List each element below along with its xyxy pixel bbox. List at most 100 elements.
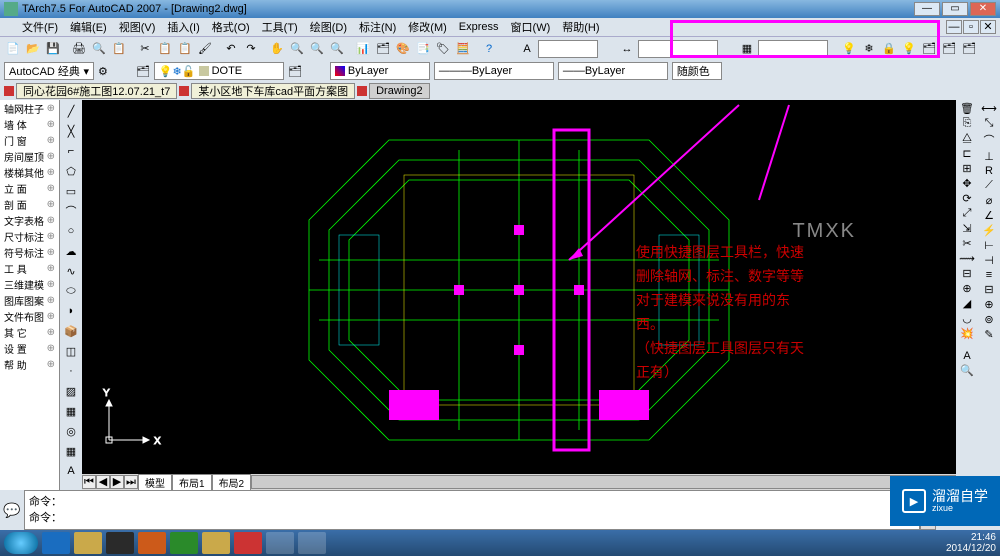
side-stair[interactable]: 楼梯其他⊕ [0,164,59,180]
block-icon[interactable]: ◫ [62,342,80,360]
side-wall[interactable]: 墙 体⊕ [0,116,59,132]
taskbar-clock[interactable]: 21:46 2014/12/20 [946,532,996,554]
point-icon[interactable]: · [62,362,80,380]
side-other[interactable]: 其 它⊕ [0,324,59,340]
erase-icon[interactable]: 🗑 [960,102,974,115]
workspace-settings-icon[interactable]: ⚙ [98,65,108,78]
extend-icon[interactable]: ⟿ [959,252,975,265]
task-acad[interactable] [234,532,262,554]
side-settings[interactable]: 设 置⊕ [0,340,59,356]
rect-icon[interactable]: ▭ [62,182,80,200]
chamfer-icon[interactable]: ◢ [963,297,971,310]
menu-tools[interactable]: 工具(T) [256,19,304,35]
zoom-prev-icon[interactable]: 🔍 [328,40,346,58]
sheet-last[interactable]: ⏭ [124,475,138,489]
layer-lock-icon[interactable]: 🔒 [880,40,898,58]
layer-combo[interactable]: 💡❄🔓 DOTE [154,62,284,80]
dim-aligned-icon[interactable]: ⤡ [985,117,994,130]
pline-icon[interactable]: ⌐ [62,142,80,160]
linestyle-combo[interactable]: ——— ByLayer [434,62,554,80]
close-button[interactable]: ✕ [970,2,996,16]
fillet-icon[interactable]: ◡ [962,312,972,325]
array-icon[interactable]: ⊞ [962,162,971,175]
paste-icon[interactable]: 📋 [176,40,194,58]
spline-icon[interactable]: ∿ [62,262,80,280]
side-library[interactable]: 图库图案⊕ [0,292,59,308]
join-icon[interactable]: ⊕ [962,282,971,295]
menu-window[interactable]: 窗口(W) [505,19,557,35]
calc-icon[interactable]: 🧮 [454,40,472,58]
region-icon[interactable]: ◎ [62,422,80,440]
task-notes[interactable] [202,532,230,554]
side-dim[interactable]: 尺寸标注⊕ [0,228,59,244]
table-icon[interactable]: ▦ [62,442,80,460]
break-icon[interactable]: ⊟ [962,267,971,280]
properties-icon[interactable]: 📊 [354,40,372,58]
insert-icon[interactable]: 📦 [62,322,80,340]
textstyle-combo[interactable] [538,40,598,58]
start-button[interactable] [4,532,38,554]
pan-icon[interactable]: ✋ [268,40,286,58]
side-elev[interactable]: 立 面⊕ [0,180,59,196]
move-icon[interactable]: ✥ [962,177,971,190]
doc-restore[interactable]: ▫ [963,20,979,34]
tolerance-icon[interactable]: ⊕ [984,298,993,311]
task-app1[interactable] [266,532,294,554]
menu-draw[interactable]: 绘图(D) [304,19,353,35]
dimstyle-icon[interactable]: ↔ [618,40,636,58]
arc-icon[interactable]: ⌒ [62,202,80,220]
copy-mod-icon[interactable]: ⎘ [963,117,972,130]
trim-icon[interactable]: ✂ [962,237,971,250]
explode-icon[interactable]: 💥 [960,327,974,340]
cut-icon[interactable]: ✂ [136,40,154,58]
side-door[interactable]: 门 窗⊕ [0,132,59,148]
circle-icon[interactable]: ○ [62,222,80,240]
dim-jog-icon[interactable]: ⟋ [985,179,993,192]
menu-view[interactable]: 视图(V) [113,19,162,35]
doc-minimize[interactable]: — [946,20,962,34]
tablestyle-combo[interactable] [758,40,828,58]
sheet-icon[interactable]: 📑 [414,40,432,58]
doc-tab-1[interactable]: 某小区地下车库cad平面方案图 [191,83,355,99]
dim-dia-icon[interactable]: ⌀ [986,194,993,207]
doc-tab-0[interactable]: 同心花园6#施工图12.07.21_t7 [16,83,177,99]
save-icon[interactable]: 💾 [44,40,62,58]
command-line[interactable]: 命令： 命令： [24,490,920,530]
sheet-next[interactable]: ▶ [110,475,124,489]
open-icon[interactable]: 📂 [24,40,42,58]
task-app2[interactable] [298,532,326,554]
find-icon[interactable]: 🔍 [960,364,974,377]
side-tools[interactable]: 工 具⊕ [0,260,59,276]
cmdline-icon[interactable]: 💬 [0,490,24,530]
zoom-window-icon[interactable]: 🔍 [308,40,326,58]
layer-off-icon[interactable]: 💡 [900,40,918,58]
preview-icon[interactable]: 🔍 [90,40,108,58]
markup-icon[interactable]: 🏷 [434,40,452,58]
zoom-icon[interactable]: 🔍 [288,40,306,58]
dim-linear-icon[interactable]: ⟷ [981,102,997,115]
centermark-icon[interactable]: ⊚ [984,313,993,326]
menu-help[interactable]: 帮助(H) [556,19,605,35]
layer-merge-icon[interactable]: 🗂 [940,40,958,58]
drawing-canvas[interactable]: X Y [82,100,956,474]
menu-dimension[interactable]: 标注(N) [353,19,402,35]
sheet-layout2[interactable]: 布局2 [212,474,252,491]
side-symbol[interactable]: 符号标注⊕ [0,244,59,260]
mtext-icon[interactable]: A [62,462,80,480]
ellipsearc-icon[interactable]: ◗ [62,302,80,320]
sheet-first[interactable]: ⏮ [82,475,96,489]
layer-on-icon[interactable]: 💡 [840,40,858,58]
side-3d[interactable]: 三维建模⊕ [0,276,59,292]
stretch-icon[interactable]: ⇲ [962,222,971,235]
side-file[interactable]: 文件布图⊕ [0,308,59,324]
doc-close[interactable]: ✕ [980,20,996,34]
task-browser[interactable] [170,532,198,554]
menu-edit[interactable]: 编辑(E) [64,19,113,35]
gradient-icon[interactable]: ▦ [62,402,80,420]
dimstyle-combo[interactable] [638,40,718,58]
sheet-prev[interactable]: ◀ [96,475,110,489]
dim-space-icon[interactable]: ≡ [986,269,992,281]
maximize-button[interactable]: ▭ [942,2,968,16]
task-explorer[interactable] [74,532,102,554]
layer-freeze-icon[interactable]: ❄ [860,40,878,58]
